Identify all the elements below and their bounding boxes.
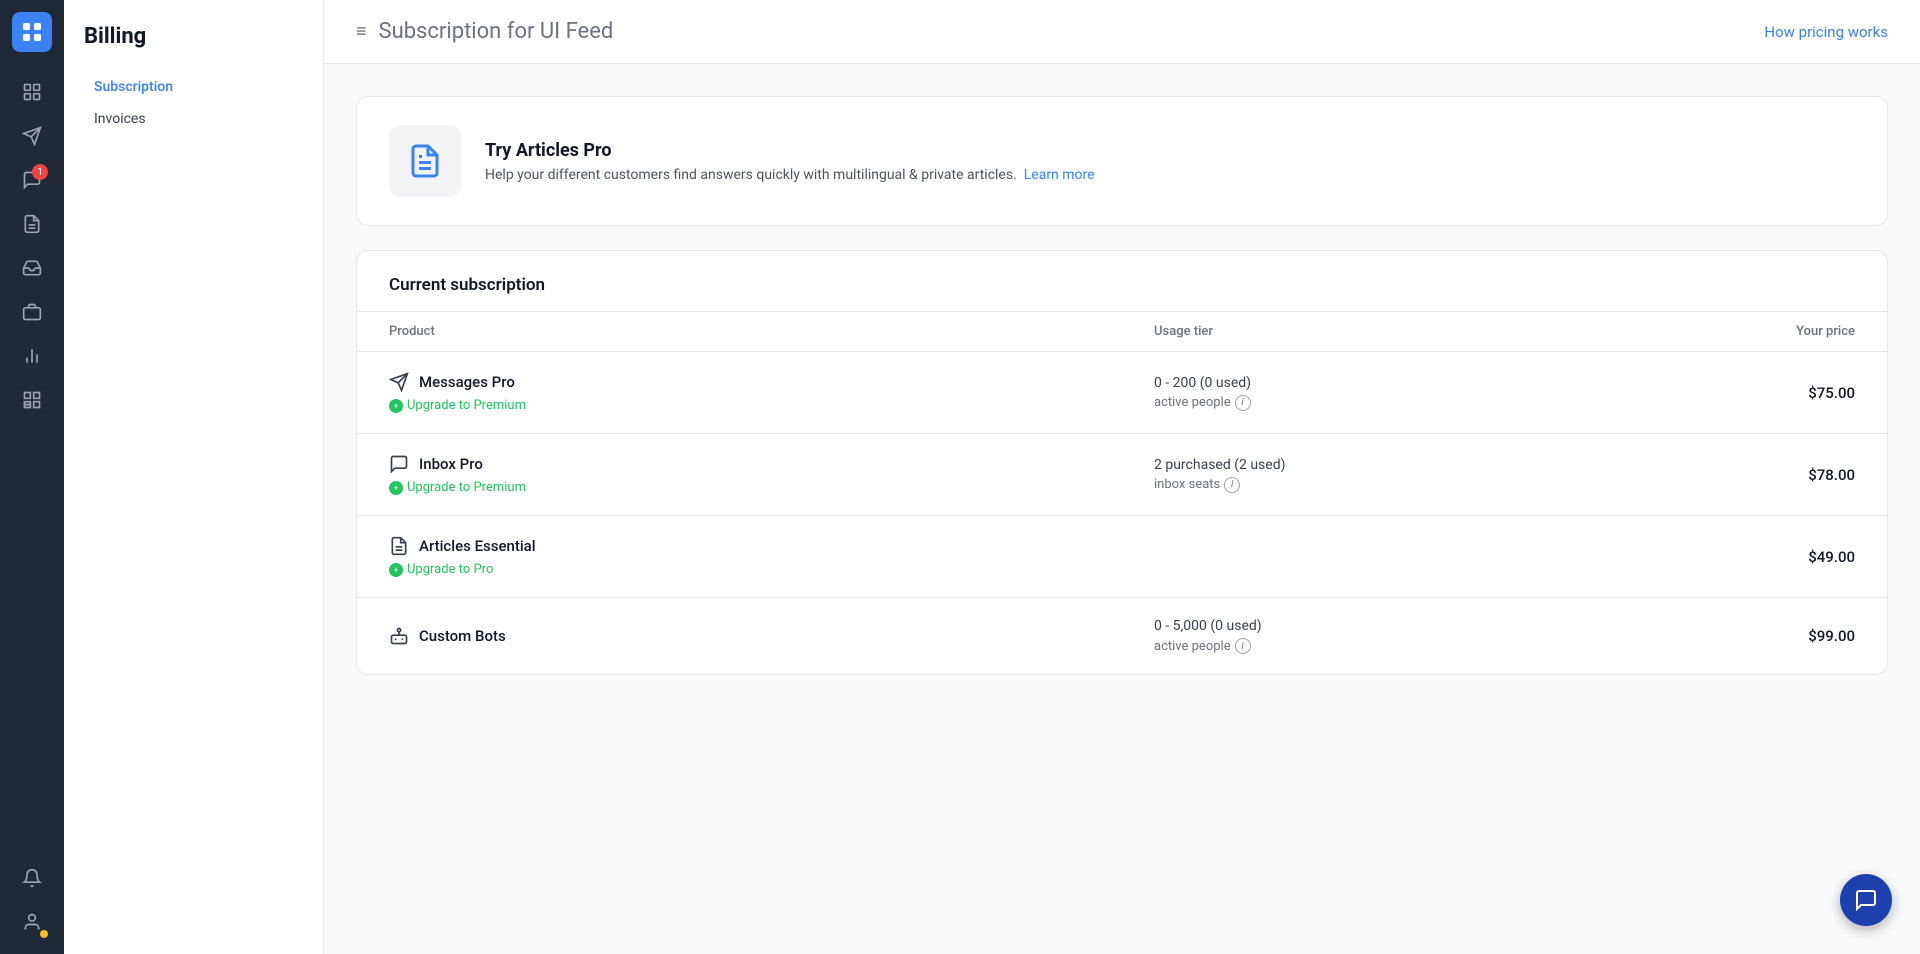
product-name-text: Messages Pro	[419, 373, 515, 391]
apps-icon[interactable]	[12, 380, 52, 420]
product-col-header: Product	[357, 312, 1122, 352]
articles-pro-banner: Try Articles Pro Help your different cus…	[356, 96, 1888, 226]
usage-unit-text: active peoplei	[1154, 395, 1549, 411]
usage-unit-text: inbox seatsi	[1154, 477, 1549, 493]
how-pricing-link[interactable]: How pricing works	[1764, 23, 1888, 41]
learn-more-link[interactable]: Learn more	[1024, 167, 1095, 183]
usage-cell: 0 - 5,000 (0 used) active peoplei	[1122, 598, 1581, 675]
usage-unit-text: active peoplei	[1154, 638, 1549, 654]
notifications-icon[interactable]	[12, 858, 52, 898]
svg-text:+: +	[394, 564, 399, 574]
subscription-header: Current subscription	[357, 251, 1887, 312]
price-cell: $49.00	[1581, 516, 1887, 598]
price-col-header: Your price	[1581, 312, 1887, 352]
nav-sidebar: Billing Subscription Invoices	[64, 0, 324, 954]
info-icon[interactable]: i	[1235, 638, 1251, 654]
table-row: Inbox Pro + Upgrade to Premium 2 purchased…	[357, 434, 1887, 516]
banner-text: Try Articles Pro Help your different cus…	[485, 140, 1095, 183]
analytics-icon[interactable]	[12, 336, 52, 376]
main-content: ≡ Subscription for UI Feed How pricing w…	[324, 0, 1920, 954]
notes-icon[interactable]	[12, 204, 52, 244]
content-area: Try Articles Pro Help your different cus…	[324, 64, 1920, 707]
upgrade-link[interactable]: + Upgrade to Pro	[389, 562, 1090, 577]
svg-text:+: +	[394, 400, 399, 410]
chat-support-button[interactable]	[1840, 874, 1892, 926]
subscription-title: Current subscription	[389, 275, 1855, 295]
billing-title: Billing	[84, 24, 303, 49]
svg-text:+: +	[394, 482, 399, 492]
product-name-text: Custom Bots	[419, 627, 506, 645]
chat-icon[interactable]: 1	[12, 160, 52, 200]
send-icon[interactable]	[12, 116, 52, 156]
upgrade-link[interactable]: + Upgrade to Premium	[389, 398, 1090, 413]
product-cell: Inbox Pro + Upgrade to Premium	[357, 434, 1122, 516]
storage-icon[interactable]	[12, 292, 52, 332]
icon-sidebar: 1	[0, 0, 64, 954]
price-cell: $99.00	[1581, 598, 1887, 675]
product-name-text: Articles Essential	[419, 537, 536, 555]
usage-tier-text: 0 - 5,000 (0 used)	[1154, 618, 1549, 634]
product-cell: Custom Bots	[357, 598, 1122, 675]
page-title-suffix: for UI Feed	[501, 19, 613, 44]
usage-tier-text: 2 purchased (2 used)	[1154, 457, 1549, 473]
product-cell: Messages Pro + Upgrade to Premium	[357, 352, 1122, 434]
table-row: Custom Bots 0 - 5,000 (0 used) active peop…	[357, 598, 1887, 675]
product-cell: Articles Essential + Upgrade to Pro	[357, 516, 1122, 598]
top-bar: ≡ Subscription for UI Feed How pricing w…	[324, 0, 1920, 64]
profile-icon[interactable]	[12, 902, 52, 942]
banner-title: Try Articles Pro	[485, 140, 1095, 161]
contacts-icon[interactable]	[12, 72, 52, 112]
table-row: Messages Pro + Upgrade to Premium 0 - 200 …	[357, 352, 1887, 434]
usage-cell: 0 - 200 (0 used) active peoplei	[1122, 352, 1581, 434]
articles-icon	[407, 143, 443, 179]
banner-description: Help your different customers find answe…	[485, 167, 1095, 183]
menu-icon[interactable]: ≡	[356, 21, 367, 42]
usage-cell	[1122, 516, 1581, 598]
table-row: Articles Essential + Upgrade to Pro $49.00	[357, 516, 1887, 598]
usage-cell: 2 purchased (2 used) inbox seatsi	[1122, 434, 1581, 516]
nav-invoices[interactable]: Invoices	[84, 105, 303, 133]
info-icon[interactable]: i	[1235, 395, 1251, 411]
price-cell: $78.00	[1581, 434, 1887, 516]
upgrade-link[interactable]: + Upgrade to Premium	[389, 480, 1090, 495]
subscription-card: Current subscription Product Usage tier …	[356, 250, 1888, 675]
inbox-icon[interactable]	[12, 248, 52, 288]
nav-subscription[interactable]: Subscription	[84, 73, 303, 101]
usage-tier-text: 0 - 200 (0 used)	[1154, 375, 1549, 391]
app-logo[interactable]	[12, 12, 52, 52]
subscription-table: Product Usage tier Your price Messages P…	[357, 312, 1887, 674]
banner-icon-box	[389, 125, 461, 197]
price-cell: $75.00	[1581, 352, 1887, 434]
notification-badge: 1	[32, 164, 48, 180]
usage-col-header: Usage tier	[1122, 312, 1581, 352]
info-icon[interactable]: i	[1224, 477, 1240, 493]
page-title: Subscription for UI Feed	[379, 19, 614, 44]
product-name-text: Inbox Pro	[419, 455, 483, 473]
